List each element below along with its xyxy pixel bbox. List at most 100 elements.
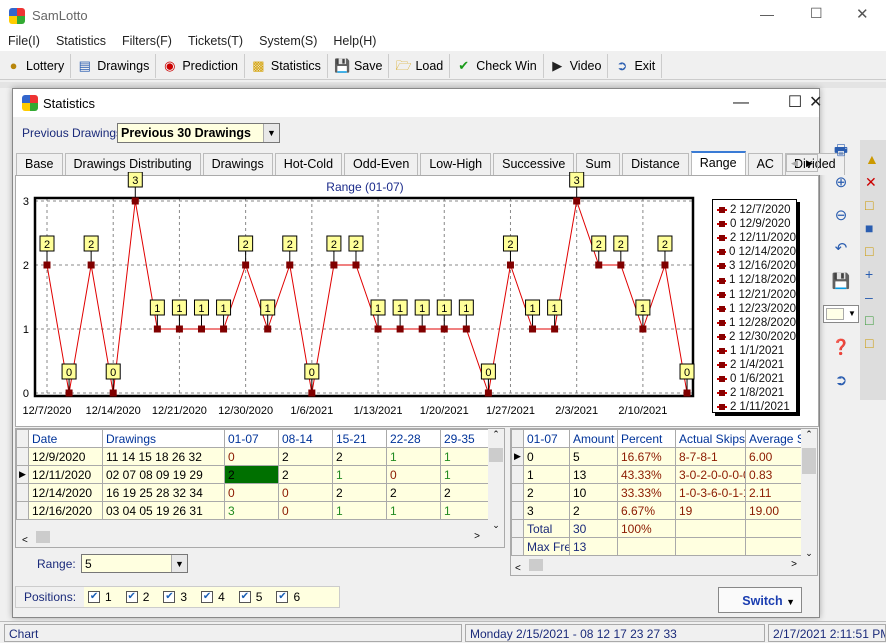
table-cell[interactable]: 02 07 08 09 19 29	[102, 465, 225, 484]
table-cell[interactable]: 1	[440, 465, 495, 484]
help-icon[interactable]: ❓	[822, 338, 860, 371]
column-header[interactable]: Date	[28, 429, 103, 448]
table-cell[interactable]: 2	[278, 465, 333, 484]
switch-button[interactable]: Switch ▼	[718, 587, 802, 613]
table-cell[interactable]: 11 14 15 18 26 32	[102, 447, 225, 466]
table-cell[interactable]: 03 04 05 19 26 31	[102, 501, 225, 520]
table-cell[interactable]: 0	[278, 501, 333, 520]
table-row[interactable]: 12/16/2020 03 04 05 19 26 31 3 0 1 1 1	[16, 501, 495, 520]
table-cell[interactable]: 19	[675, 501, 746, 520]
data-point[interactable]	[418, 325, 426, 333]
row-selector[interactable]	[511, 537, 524, 556]
row-selector[interactable]	[511, 519, 524, 538]
data-point[interactable]	[352, 261, 360, 269]
table-cell[interactable]: 30	[569, 519, 618, 538]
data-point[interactable]	[661, 261, 669, 269]
data-point[interactable]	[374, 325, 382, 333]
data-point[interactable]	[153, 325, 161, 333]
data-point[interactable]	[573, 197, 581, 205]
table-cell[interactable]: 0	[224, 483, 279, 502]
toolbar-load-button[interactable]: 🗁 Load	[389, 53, 451, 78]
stats-grid-hscroll[interactable]: < >	[511, 559, 817, 575]
print-icon[interactable]: 🖶	[822, 140, 860, 173]
column-header[interactable]: Drawings	[102, 429, 225, 448]
chevron-down-icon[interactable]: ▼	[263, 124, 279, 142]
column-header[interactable]: Percent	[617, 429, 676, 448]
tab-scroll-left-icon[interactable]: ◀	[787, 155, 802, 171]
table-cell[interactable]: 2	[523, 483, 570, 502]
table-cell[interactable]	[675, 519, 746, 538]
data-point[interactable]	[197, 325, 205, 333]
table-cell[interactable]: 1	[332, 465, 387, 484]
data-point[interactable]	[617, 261, 625, 269]
data-point[interactable]	[87, 261, 95, 269]
data-point[interactable]	[286, 261, 294, 269]
table-cell[interactable]: 12/9/2020	[28, 447, 103, 466]
toolbar-lottery-button[interactable]: ● Lottery	[0, 53, 72, 78]
table-cell[interactable]: 16.67%	[617, 447, 676, 466]
data-point[interactable]	[529, 325, 537, 333]
row-selector[interactable]	[511, 501, 524, 520]
toolbar-save-button[interactable]: 💾 Save	[328, 53, 390, 78]
table-row[interactable]: 12/9/2020 11 14 15 18 26 32 0 2 2 1 1	[16, 447, 495, 466]
menu-item[interactable]: Statistics	[48, 32, 114, 51]
toolbar-check-win-button[interactable]: ✔ Check Win	[450, 53, 544, 78]
table-cell[interactable]: 3	[224, 501, 279, 520]
data-point[interactable]	[462, 325, 470, 333]
checkbox-icon[interactable]: ✔	[238, 591, 251, 603]
checkbox-icon[interactable]: ✔	[276, 591, 289, 603]
data-point[interactable]	[396, 325, 404, 333]
table-cell[interactable]: 1-0-3-6-0-1-1-6	[675, 483, 746, 502]
position-checkbox-6[interactable]: ✔ 6	[276, 590, 300, 604]
table-cell[interactable]: 2	[332, 447, 387, 466]
data-point[interactable]	[109, 389, 117, 397]
table-row[interactable]: 12/14/2020 16 19 25 28 32 34 0 0 2 2 2	[16, 483, 495, 502]
checkbox-icon[interactable]: ✔	[88, 591, 101, 603]
menu-item[interactable]: Filters(F)	[114, 32, 180, 51]
table-cell[interactable]	[617, 537, 676, 556]
tab-scroll-right-icon[interactable]: ▶	[802, 155, 817, 171]
data-point[interactable]	[551, 325, 559, 333]
table-cell[interactable]: Total	[523, 519, 570, 538]
checkbox-icon[interactable]: ✔	[163, 591, 176, 603]
row-selector[interactable]: ▶	[16, 465, 29, 484]
maximize-button[interactable]: ☐	[810, 5, 823, 22]
position-checkbox-1[interactable]: ✔ 1	[88, 590, 112, 604]
data-point[interactable]	[595, 261, 603, 269]
table-cell[interactable]: 5	[569, 447, 618, 466]
table-cell[interactable]: 0	[386, 465, 441, 484]
column-header[interactable]: 22-28	[386, 429, 441, 448]
data-point[interactable]	[264, 325, 272, 333]
data-point[interactable]	[308, 389, 316, 397]
table-cell[interactable]: 43.33%	[617, 465, 676, 484]
data-point[interactable]	[484, 389, 492, 397]
close-button[interactable]: ✕	[856, 5, 869, 23]
table-row[interactable]: 3 2 6.67% 19 19.00	[511, 501, 816, 520]
menu-item[interactable]: File(I)	[0, 32, 48, 51]
table-cell[interactable]: 1	[523, 465, 570, 484]
data-point[interactable]	[242, 261, 250, 269]
column-header[interactable]: Amount	[569, 429, 618, 448]
save-icon[interactable]: 💾	[822, 272, 860, 305]
data-point[interactable]	[506, 261, 514, 269]
row-selector[interactable]	[16, 483, 29, 502]
table-cell[interactable]: 3-0-2-0-0-0-0-4	[675, 465, 746, 484]
position-checkbox-2[interactable]: ✔ 2	[125, 590, 149, 604]
column-header[interactable]: 08-14	[278, 429, 333, 448]
table-cell[interactable]: 8-7-8-1	[675, 447, 746, 466]
tab-ac[interactable]: AC	[747, 153, 783, 175]
color-picker[interactable]: ▼	[822, 305, 860, 338]
stats-grid-vscroll[interactable]: ⌃ ⌄	[801, 429, 817, 559]
data-point[interactable]	[440, 325, 448, 333]
table-cell[interactable]: 1	[332, 501, 387, 520]
table-cell[interactable]: 2	[440, 483, 495, 502]
table-row[interactable]: ▶ 12/11/2020 02 07 08 09 19 29 2 2 1 0 1	[16, 465, 495, 484]
table-cell[interactable]: 1	[386, 447, 441, 466]
position-checkbox-3[interactable]: ✔ 3	[163, 590, 187, 604]
data-point[interactable]	[65, 389, 73, 397]
table-cell[interactable]: 1	[440, 501, 495, 520]
table-cell[interactable]: 12/14/2020	[28, 483, 103, 502]
toolbar-exit-button[interactable]: ➲ Exit	[608, 53, 663, 78]
table-row[interactable]: Total 30 100%	[511, 519, 816, 538]
data-point[interactable]	[220, 325, 228, 333]
